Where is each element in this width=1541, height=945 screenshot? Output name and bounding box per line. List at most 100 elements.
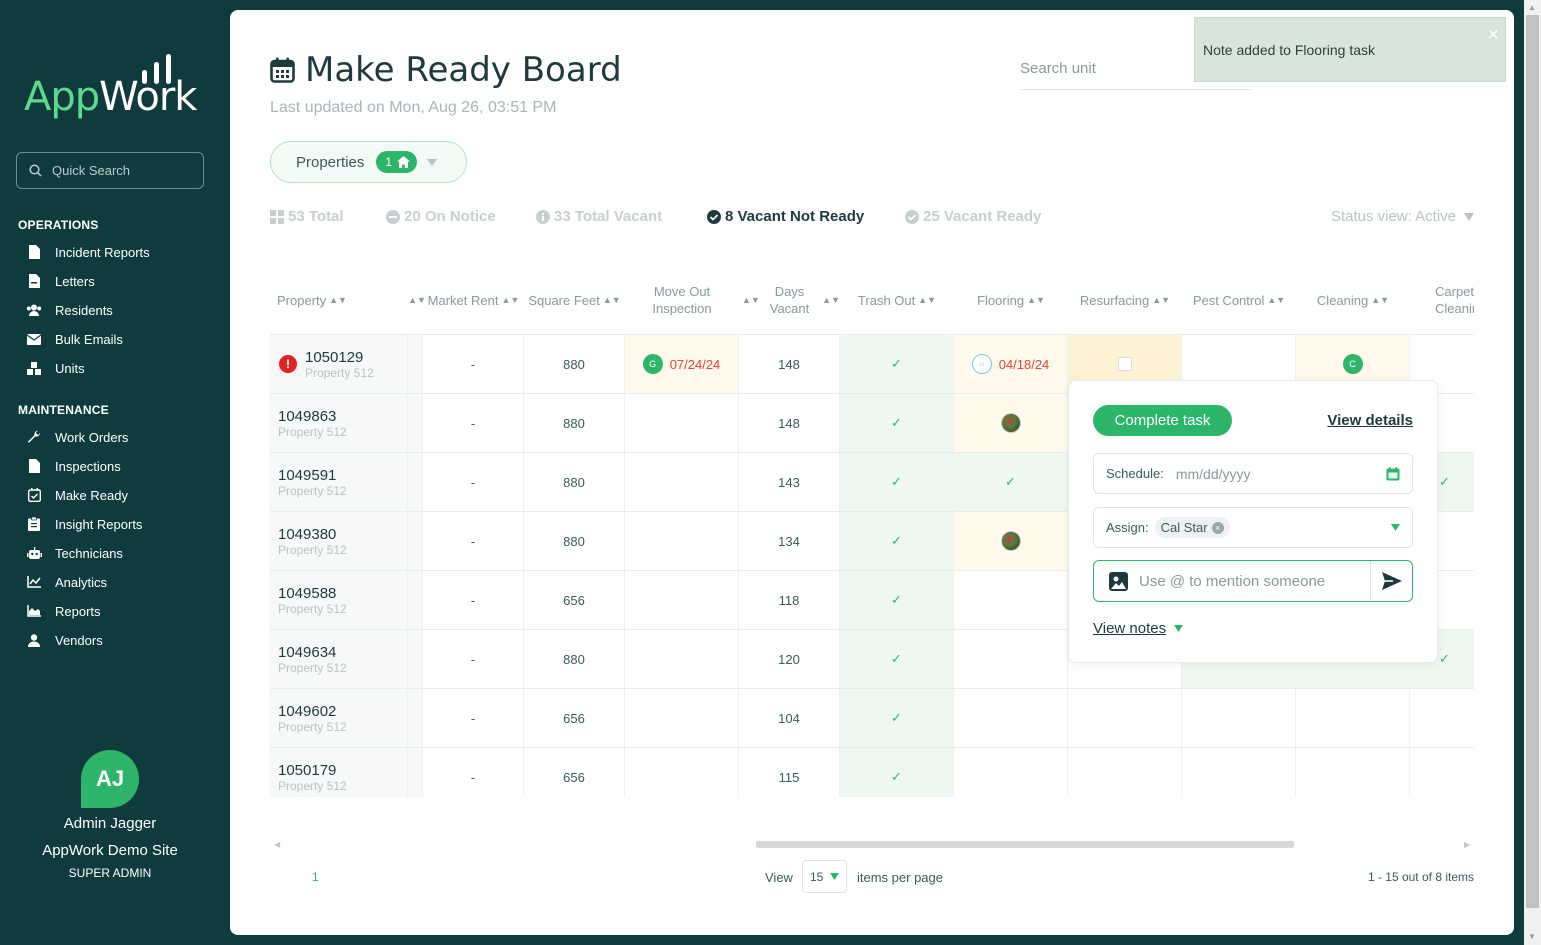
table-row[interactable]: 1049602 Property 512 - 656 104 ✓ [270, 688, 1474, 747]
move-out-cell[interactable] [625, 689, 739, 747]
sidebar-item-letters[interactable]: Letters [26, 271, 95, 291]
trash-out-cell[interactable]: ✓ [840, 689, 954, 747]
property-cell[interactable]: 1049380 Property 512 [270, 512, 408, 570]
trash-out-cell[interactable]: ✓ [840, 335, 954, 393]
note-input-field[interactable]: Use @ to mention someone [1093, 560, 1413, 602]
resurfacing-cell[interactable] [1068, 748, 1182, 797]
stat-on-notice[interactable]: 20 On Notice [386, 208, 496, 225]
schedule-field[interactable]: Schedule: mm/dd/yyyy [1093, 453, 1413, 494]
col-cleaning[interactable]: Cleaning ▲▼ [1296, 275, 1410, 325]
move-out-cell[interactable] [625, 748, 739, 797]
sidebar-item-reports[interactable]: Reports [26, 601, 101, 621]
scroll-left-arrow[interactable]: ◀ [274, 840, 280, 849]
col-trash-out[interactable]: Trash Out ▲▼ [840, 275, 954, 325]
cleaning-cell[interactable] [1296, 748, 1410, 797]
close-icon[interactable]: × [1487, 24, 1499, 47]
properties-filter[interactable]: Properties 1 [270, 141, 467, 183]
window-scrollbar-thumb[interactable] [1526, 15, 1539, 908]
stat-vacant-not-ready[interactable]: 8 Vacant Not Ready [707, 208, 864, 225]
scroll-up-arrow[interactable]: ▲ [1528, 3, 1536, 12]
status-view-dropdown[interactable]: Status view: Active [1331, 208, 1474, 225]
horizontal-scrollbar[interactable] [756, 841, 1294, 848]
flooring-cell[interactable]: ✓ [954, 453, 1068, 511]
trash-out-cell[interactable]: ✓ [840, 394, 954, 452]
property-cell[interactable]: 1049588 Property 512 [270, 571, 408, 629]
sidebar-item-units[interactable]: Units [26, 358, 85, 378]
col-resurfacing[interactable]: Resurfacing ▲▼ [1068, 275, 1182, 325]
col-days-vacant[interactable]: ▲▼ Days Vacant ▲▼ [739, 275, 840, 325]
stat-total-vacant[interactable]: 33 Total Vacant [536, 208, 662, 225]
resurfacing-cell[interactable] [1068, 689, 1182, 747]
flooring-cell[interactable] [954, 630, 1068, 688]
sidebar-item-incident-reports[interactable]: Incident Reports [26, 242, 150, 262]
quick-search-input[interactable]: Quick Search [16, 152, 204, 189]
remove-assignee-icon[interactable]: × [1211, 521, 1224, 534]
col-square-feet[interactable]: Square Feet ▲▼ [524, 275, 625, 325]
stat-vacant-ready[interactable]: 25 Vacant Ready [905, 208, 1041, 225]
sidebar-item-inspections[interactable]: Inspections [26, 456, 121, 476]
flooring-cell[interactable]: ▭ 04/18/24 [954, 335, 1068, 393]
calendar-icon[interactable] [1386, 467, 1400, 481]
flooring-cell[interactable] [954, 571, 1068, 629]
stat-total[interactable]: 53 Total [270, 208, 344, 225]
property-cell[interactable]: 1049591 Property 512 [270, 453, 408, 511]
sidebar-item-analytics[interactable]: Analytics [26, 572, 107, 592]
note-input[interactable]: Use @ to mention someone [1139, 573, 1325, 590]
property-cell[interactable]: 1049602 Property 512 [270, 689, 408, 747]
sidebar-item-technicians[interactable]: Technicians [26, 543, 123, 563]
trash-out-cell[interactable]: ✓ [840, 630, 954, 688]
trash-out-cell[interactable]: ✓ [840, 512, 954, 570]
view-details-link[interactable]: View details [1327, 412, 1413, 429]
col-market-rent[interactable]: Market Rent ▲▼ [423, 275, 524, 325]
cleaning-cell[interactable] [1296, 689, 1410, 747]
complete-task-button[interactable]: Complete task [1093, 405, 1232, 436]
send-button[interactable] [1370, 561, 1412, 601]
col-flooring[interactable]: Flooring ▲▼ [954, 275, 1068, 325]
sidebar-item-residents[interactable]: Residents [26, 300, 113, 320]
page-1-button[interactable]: 1 [312, 870, 319, 884]
trash-out-cell[interactable]: ✓ [840, 748, 954, 797]
scroll-right-arrow[interactable]: ▶ [1464, 840, 1470, 849]
view-notes-link[interactable]: View notes [1093, 620, 1184, 637]
flooring-cell[interactable] [954, 748, 1068, 797]
pest-control-cell[interactable] [1182, 689, 1296, 747]
flooring-cell[interactable] [954, 512, 1068, 570]
sidebar-item-insight-reports[interactable]: Insight Reports [26, 514, 142, 534]
image-upload-icon[interactable] [1109, 572, 1128, 591]
col-carpet-cleaning[interactable]: Carpet Cleaning [1410, 275, 1474, 325]
sidebar-item-vendors[interactable]: Vendors [26, 630, 103, 650]
col-move-out-inspection[interactable]: Move Out Inspection [625, 275, 739, 325]
table-row[interactable]: 1050179 Property 512 - 656 115 ✓ [270, 747, 1474, 797]
move-out-cell[interactable] [625, 453, 739, 511]
move-out-cell[interactable]: G 07/24/24 [625, 335, 739, 393]
scroll-down-arrow[interactable]: ▼ [1528, 932, 1536, 941]
pest-control-cell[interactable] [1182, 748, 1296, 797]
avatar[interactable]: AJ [81, 750, 139, 808]
move-out-cell[interactable] [625, 630, 739, 688]
assign-field[interactable]: Assign: Cal Star × [1093, 507, 1413, 548]
col-pest-control[interactable]: Pest Control ▲▼ [1182, 275, 1296, 325]
chevron-down-icon[interactable] [1391, 524, 1400, 531]
property-cell[interactable]: 1049634 Property 512 [270, 630, 408, 688]
appwork-logo[interactable]: AppWork [24, 52, 204, 122]
col-property[interactable]: Property ▲▼ [270, 275, 408, 325]
property-cell[interactable]: 1050179 Property 512 [270, 748, 408, 797]
carpet-cleaning-cell[interactable] [1410, 689, 1474, 747]
col-resize-handle[interactable]: ▲▼ [408, 275, 426, 325]
carpet-cleaning-cell[interactable] [1410, 748, 1474, 797]
property-cell[interactable]: ! 1050129 Property 512 [270, 335, 408, 393]
trash-out-cell[interactable]: ✓ [840, 571, 954, 629]
flooring-cell[interactable] [954, 394, 1068, 452]
task-checkbox[interactable] [1117, 357, 1132, 371]
move-out-cell[interactable] [625, 394, 739, 452]
move-out-cell[interactable] [625, 512, 739, 570]
sidebar-item-make-ready[interactable]: Make Ready [26, 485, 128, 505]
sidebar-item-bulk-emails[interactable]: Bulk Emails [26, 329, 123, 349]
sidebar-item-work-orders[interactable]: Work Orders [26, 427, 128, 447]
property-cell[interactable]: 1049863 Property 512 [270, 394, 408, 452]
schedule-date-input[interactable]: mm/dd/yyyy [1176, 466, 1251, 482]
per-page-select[interactable]: 15 [802, 860, 847, 893]
move-out-cell[interactable] [625, 571, 739, 629]
trash-out-cell[interactable]: ✓ [840, 453, 954, 511]
flooring-cell[interactable] [954, 689, 1068, 747]
